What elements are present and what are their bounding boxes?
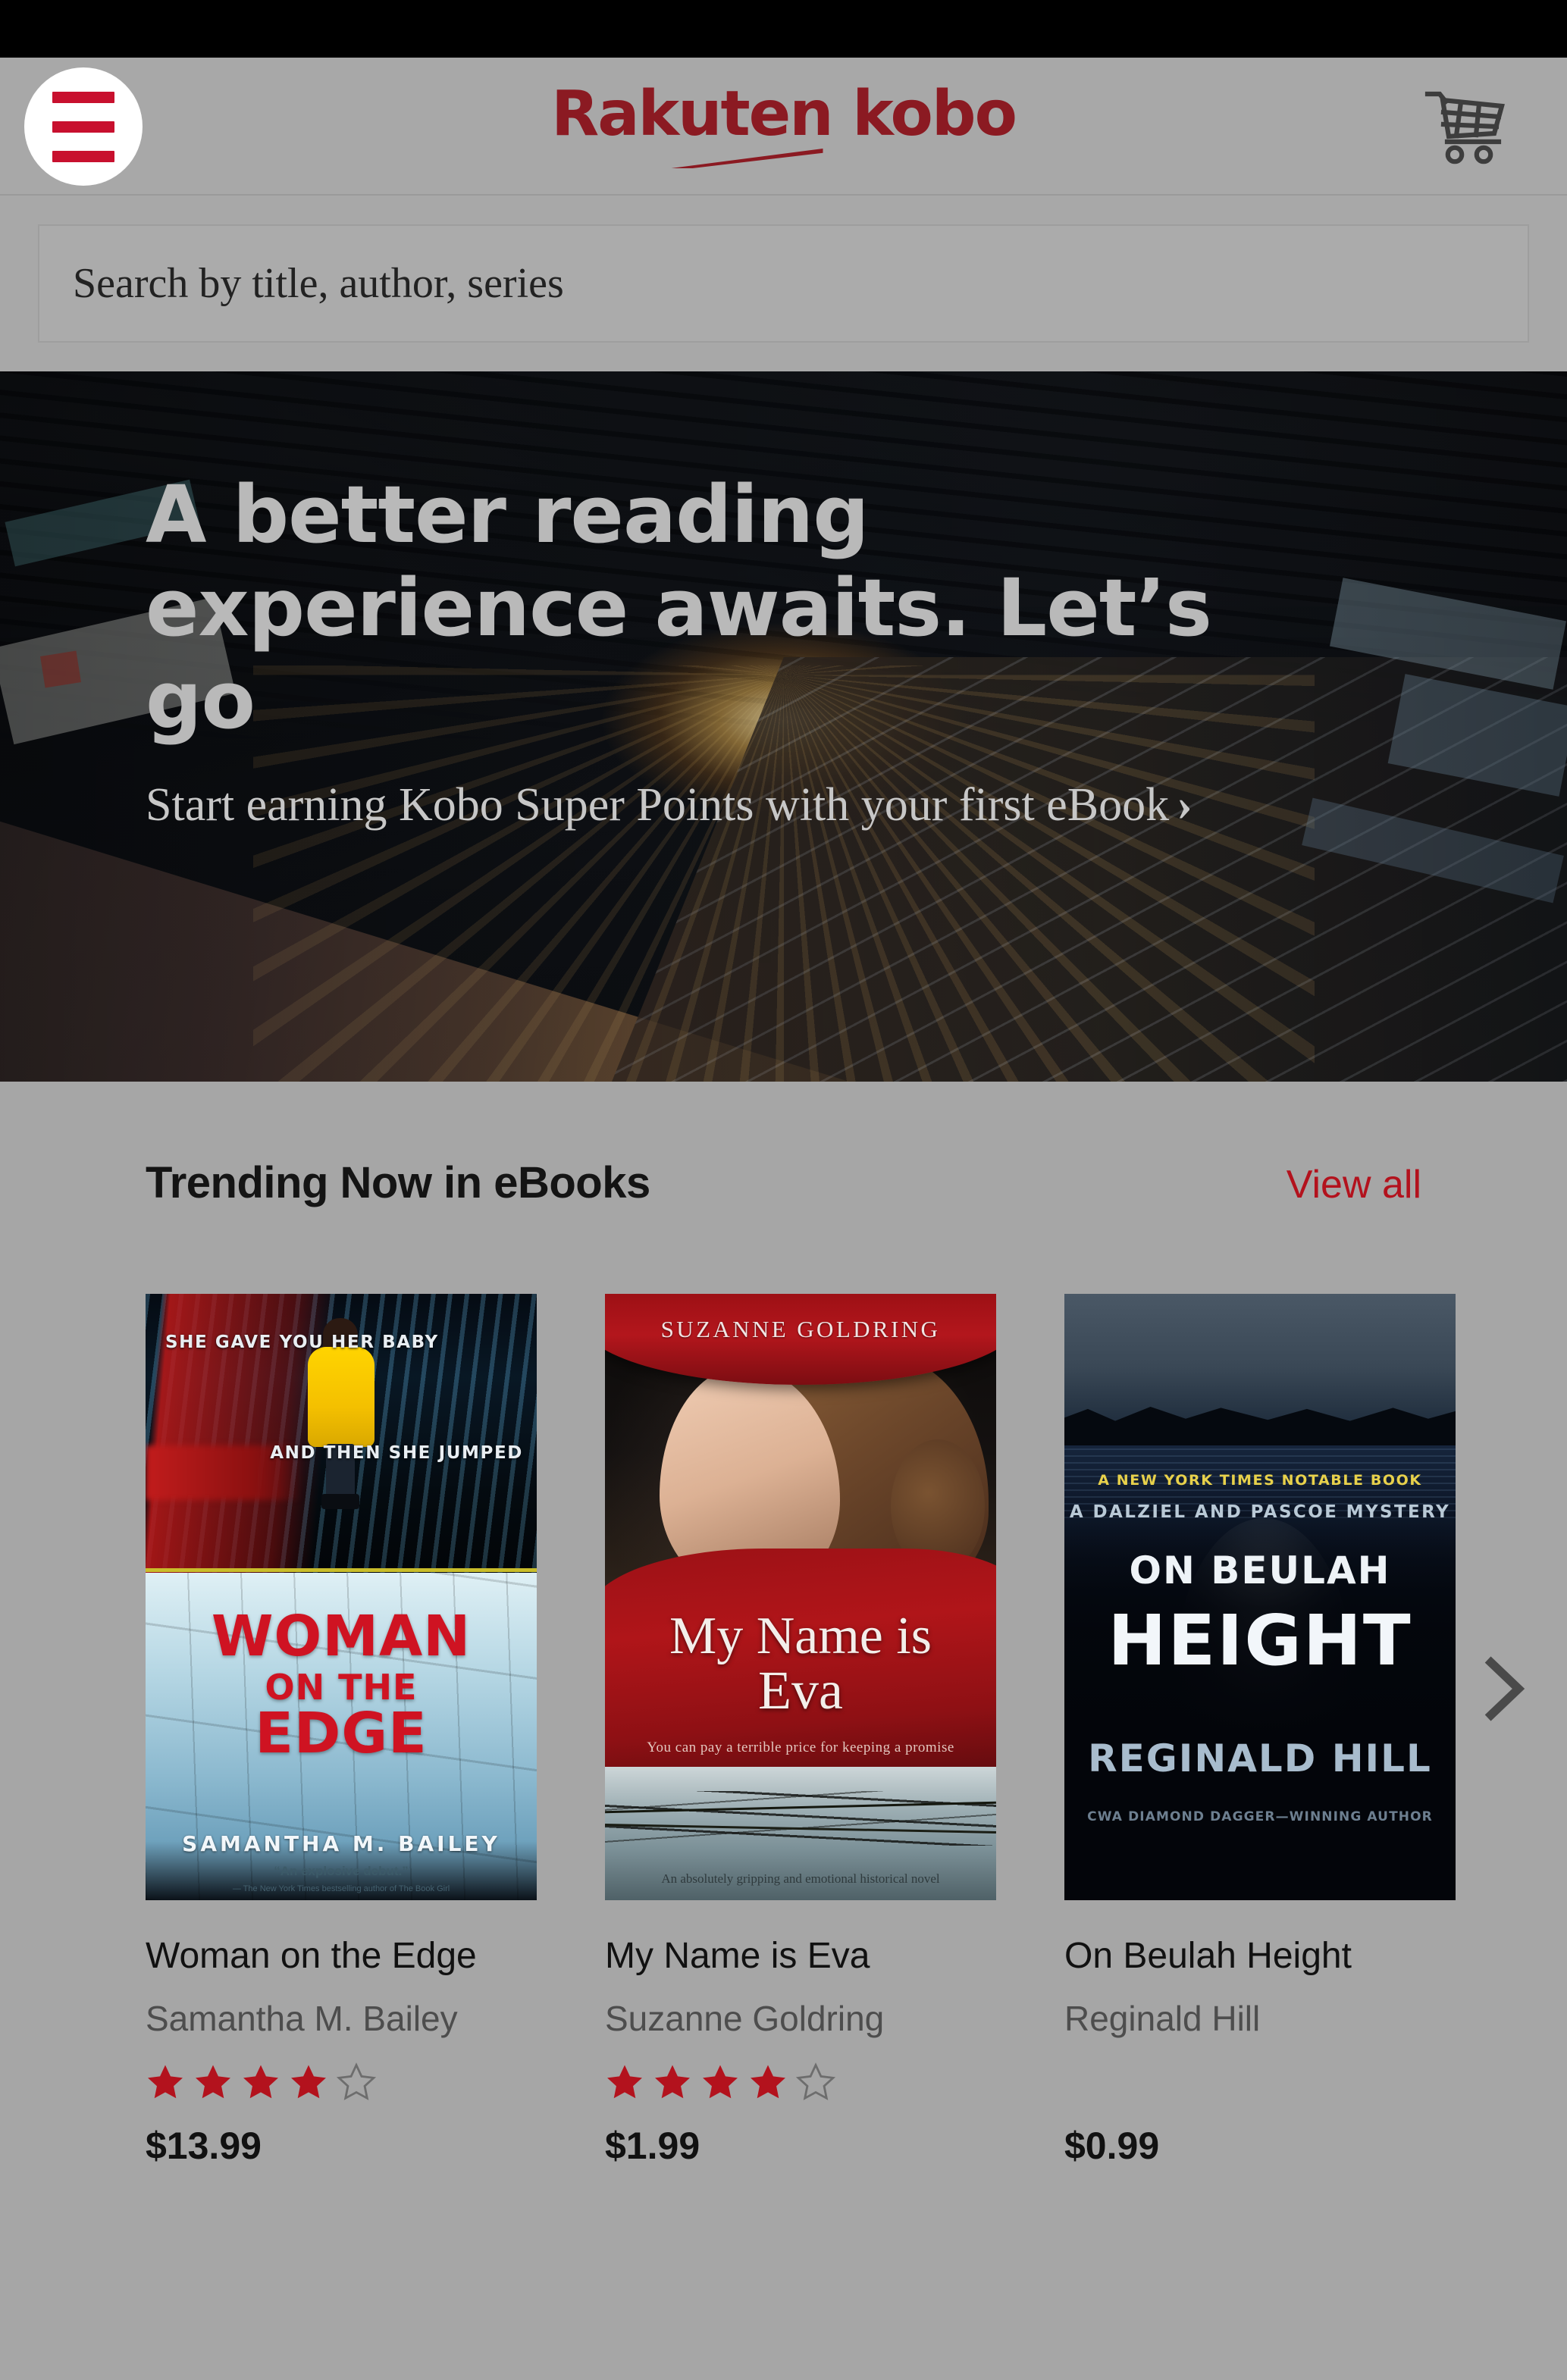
star-filled-icon [196,2065,230,2099]
cover-author-name: SUZANNE GOLDRING [660,1315,941,1342]
book-cover-image[interactable]: SUZANNE GOLDRING My Name is Eva You can … [605,1294,996,1900]
cover-quote: “An explosive debut.” [274,1864,409,1878]
book-price: $0.99 [1064,2125,1160,2168]
cover-tagline: You can pay a terrible price for keeping… [647,1740,954,1755]
star-filled-icon [655,2065,690,2099]
cover-title-line1: ON BEULAH [1129,1549,1391,1592]
star-rating [605,2060,996,2104]
star-filled-icon [607,2065,642,2099]
hero-subtitle-text: Start earning Kobo Super Points with you… [146,779,1170,831]
hero-title: A better reading experience awaits. Let’… [146,468,1212,747]
star-empty-icon [337,2062,376,2101]
cover-tagline-left: SHE GAVE YOU HER BABY [165,1332,439,1352]
search-input[interactable]: Search by title, author, series [38,224,1529,343]
book-card[interactable]: SHE GAVE YOU HER BABY AND THEN SHE JUMPE… [146,1294,537,2226]
hero-content: A better reading experience awaits. Let’… [146,468,1328,837]
cover-praise: An absolutely gripping and emotional his… [661,1871,940,1886]
view-all-link[interactable]: View all [1287,1162,1421,1207]
hero-chevron-right-icon: › [1177,779,1192,831]
star-filled-icon [703,2065,738,2099]
cover-title-line2: Eva [758,1660,843,1721]
brand-logo[interactable]: Rakuten kobo [551,78,1017,168]
book-author[interactable]: Suzanne Goldring [605,2000,996,2038]
book-title[interactable]: On Beulah Height [1064,1936,1456,1977]
cover-notable-badge: A NEW YORK TIMES NOTABLE BOOK [1098,1472,1422,1489]
cover-platform-edge-line [146,1567,537,1572]
cover-author-name: REGINALD HILL [1088,1736,1432,1780]
cover-title-line1: My Name is [669,1607,932,1665]
brand-logo-text: Rakuten kobo [551,78,1017,150]
trending-header: Trending Now in eBooks View all [146,1157,1421,1208]
cover-title-block: WOMAN ON THE EDGE [146,1604,537,1766]
cover-title-line1: WOMAN [211,1604,472,1669]
carousel-track: SHE GAVE YOU HER BABY AND THEN SHE JUMPE… [146,1294,1567,2226]
search-placeholder: Search by title, author, series [73,260,564,307]
book-price: $13.99 [146,2125,262,2168]
cover-award-badge: CWA DIAMOND DAGGER—WINNING AUTHOR [1087,1809,1433,1824]
menu-line-3 [52,150,114,162]
hero-subtitle-link[interactable]: Start earning Kobo Super Points with you… [146,775,1328,837]
cover-barbed-wire [605,1791,996,1846]
book-cover-image[interactable]: SHE GAVE YOU HER BABY AND THEN SHE JUMPE… [146,1294,537,1900]
cover-title-block: My Name is Eva [605,1609,996,1719]
status-bar [0,0,1567,58]
cover-title-line2: ON THE [265,1666,418,1708]
cover-tagline-right: AND THEN SHE JUMPED [270,1443,523,1463]
book-title[interactable]: My Name is Eva [605,1936,996,1977]
shopping-cart-icon[interactable] [1423,86,1508,165]
star-filled-icon [243,2065,278,2099]
cover-title-line2: HEIGHT [1108,1600,1412,1681]
cover-quote-source: — The New York Times bestselling author … [232,1884,450,1893]
book-card[interactable]: SUZANNE GOLDRING My Name is Eva You can … [605,1294,996,2226]
menu-line-2 [52,121,114,133]
menu-line-1 [52,91,114,103]
figure-shoes [321,1494,359,1509]
book-author[interactable]: Samantha M. Bailey [146,2000,537,2038]
book-card[interactable]: A NEW YORK TIMES NOTABLE BOOK A DALZIEL … [1064,1294,1456,2226]
carousel-next-button[interactable] [1462,1643,1546,1734]
hamburger-menu-icon[interactable] [24,67,143,186]
book-author[interactable]: Reginald Hill [1064,2000,1456,2038]
section-title: Trending Now in eBooks [146,1158,650,1207]
book-carousel[interactable]: SHE GAVE YOU HER BABY AND THEN SHE JUMPE… [146,1294,1567,2226]
cover-author-name: SAMANTHA M. BAILEY [182,1831,500,1856]
brand-logo-swoosh [671,149,823,168]
star-filled-icon [148,2065,183,2099]
kobo-mobile-page: Rakuten kobo Search by title, author, se… [0,0,1567,2380]
star-rating [146,2060,537,2104]
hero-banner[interactable]: A better reading experience awaits. Let’… [0,371,1567,1082]
star-filled-icon [751,2065,785,2099]
cover-title-line3: EDGE [255,1700,428,1766]
figure-yellow-coat [308,1347,375,1447]
book-price: $1.99 [605,2125,700,2168]
star-filled-icon [291,2065,326,2099]
cover-series-label: A DALZIEL AND PASCOE MYSTERY [1069,1502,1451,1523]
book-title[interactable]: Woman on the Edge [146,1936,537,1977]
app-header: Rakuten kobo [0,58,1567,196]
search-region: Search by title, author, series [0,196,1567,371]
star-empty-icon [796,2062,835,2101]
trending-section: Trending Now in eBooks View all SHE GAVE… [0,1082,1567,2380]
book-cover-image[interactable]: A NEW YORK TIMES NOTABLE BOOK A DALZIEL … [1064,1294,1456,1900]
cover-treeline [1064,1406,1456,1451]
